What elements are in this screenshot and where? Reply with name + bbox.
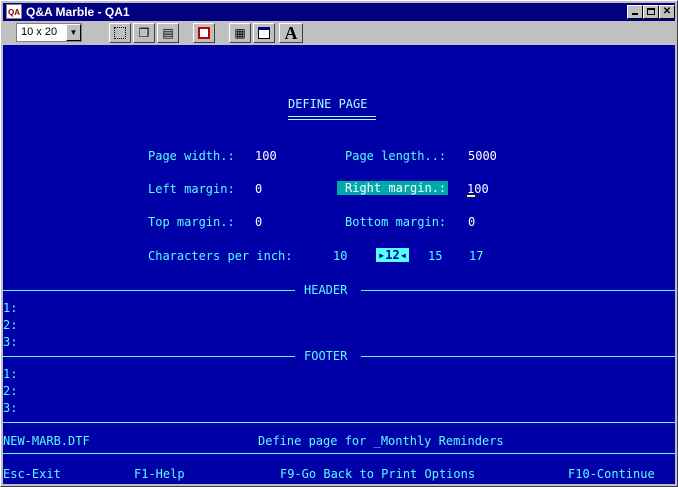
paste-button[interactable]: ▤ [157,23,179,43]
page-length-label: Page length..: [345,149,447,163]
header-line-3[interactable]: 3: [3,335,17,349]
copy-button[interactable]: ❐ [133,23,155,43]
top-margin-label: Top margin.: [148,215,235,229]
app-icon[interactable]: QA [6,4,22,19]
cpi-option-12[interactable]: ▸12◂ [376,248,409,262]
mark-button[interactable] [109,23,131,43]
top-margin-field[interactable]: 0 [255,215,262,229]
bottom-margin-field[interactable]: 0 [468,215,475,229]
page-width-field[interactable]: 100 [255,149,277,163]
font-size-select[interactable]: 10 x 20 ▼ [16,23,82,42]
footer-rule-right [361,356,675,357]
font-icon: A [284,23,298,43]
background-icon [258,27,270,39]
header-line-1[interactable]: 1: [3,301,17,315]
window-title: Q&A Marble - QA1 [26,5,130,19]
f1-help-key[interactable]: F1-Help [134,467,185,481]
page-length-field[interactable]: 5000 [468,149,497,163]
page-width-label: Page width.: [148,149,235,163]
header-rule-right [361,290,675,291]
header-rule-left [3,290,295,291]
maximize-icon [647,8,655,15]
right-margin-label: Right margin.: [337,181,449,195]
minimize-icon [632,13,638,15]
left-margin-field[interactable]: 0 [255,182,262,196]
right-margin-field[interactable]: 100 [467,182,489,196]
text-cursor [467,195,475,197]
footer-rule-left [3,356,295,357]
font-size-value: 10 x 20 [21,26,58,38]
status-filename: NEW-MARB.DTF [3,434,90,448]
status-rule-top [3,422,675,423]
full-screen-icon [198,27,210,39]
background-button[interactable] [253,23,275,43]
footer-line-3[interactable]: 3: [3,401,17,415]
status-rule-bottom [3,453,675,454]
copy-icon: ❐ [138,26,150,40]
footer-line-1[interactable]: 1: [3,367,17,381]
cpi-label: Characters per inch: [148,249,293,263]
page-title: DEFINE PAGE [288,97,368,111]
status-message: Define page for _Monthly Reminders [258,434,504,448]
cpi-option-15[interactable]: 15 [428,249,442,263]
footer-section-title: FOOTER [304,349,348,363]
title-underline-2 [288,119,376,120]
esc-exit-key[interactable]: Esc-Exit [3,467,61,481]
toolbar: 10 x 20 ▼ ❐ ▤ ▦ A [3,22,675,44]
maximize-button[interactable] [643,5,659,19]
f10-continue-key[interactable]: F10-Continue [568,467,655,481]
footer-line-2[interactable]: 2: [3,384,17,398]
bottom-margin-label: Bottom margin: [345,215,447,229]
properties-button[interactable]: ▦ [229,23,251,43]
minimize-button[interactable] [627,5,643,19]
close-button[interactable]: ✕ [659,5,675,19]
chevron-down-icon[interactable]: ▼ [66,24,81,41]
cpi-option-12-label: 12 [385,248,400,262]
close-icon: ✕ [662,6,672,17]
f9-back-key[interactable]: F9-Go Back to Print Options [280,467,475,481]
cpi-option-10[interactable]: 10 [333,249,347,263]
title-bar[interactable]: QA Q&A Marble - QA1 ✕ [3,3,675,21]
terminal-screen: DEFINE PAGE Page width.: 100 Page length… [3,45,675,484]
font-button[interactable]: A [279,23,303,43]
application-window: QA Q&A Marble - QA1 ✕ 10 x 20 ▼ ❐ ▤ ▦ A … [0,0,678,487]
header-section-title: HEADER [304,283,348,297]
mark-icon [114,27,126,39]
properties-icon: ▦ [234,26,246,40]
title-underline [288,116,376,117]
left-margin-label: Left margin: [148,182,235,196]
header-line-2[interactable]: 2: [3,318,17,332]
full-screen-button[interactable] [193,23,215,43]
cpi-option-17[interactable]: 17 [469,249,483,263]
paste-icon: ▤ [162,26,174,40]
